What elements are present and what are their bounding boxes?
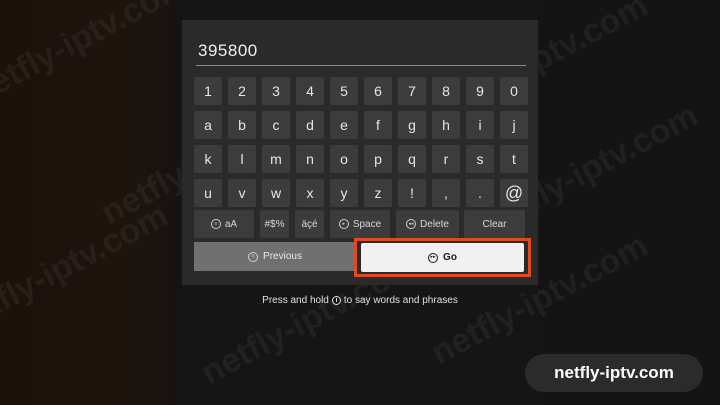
previous-label: Previous	[263, 251, 302, 262]
previous-button[interactable]: ≡ Previous	[194, 242, 356, 271]
go-button[interactable]: ▸▸ Go	[361, 243, 524, 272]
case-toggle-key[interactable]: ≡ aA	[194, 210, 254, 238]
key[interactable]: c	[262, 111, 290, 139]
fast-forward-button-icon: ▸▸	[428, 252, 439, 263]
background-left	[0, 0, 180, 405]
background-right	[540, 0, 720, 405]
clear-label: Clear	[482, 218, 507, 230]
key[interactable]: 6	[364, 77, 392, 105]
menu-button-icon: ≡	[210, 219, 221, 229]
key[interactable]: 1	[194, 77, 222, 105]
key[interactable]: n	[296, 145, 324, 173]
key[interactable]: w	[262, 179, 290, 207]
key[interactable]: l	[228, 145, 256, 173]
key[interactable]: f	[364, 111, 392, 139]
key[interactable]: x	[296, 179, 324, 207]
hint-text-before: Press and hold	[262, 295, 329, 306]
text-input[interactable]: 395800	[198, 41, 518, 63]
key[interactable]: u	[194, 179, 222, 207]
key[interactable]: 9	[466, 77, 494, 105]
key[interactable]: y	[330, 179, 358, 207]
symbols-key[interactable]: #$%	[260, 210, 289, 238]
accents-key[interactable]: äçé	[295, 210, 324, 238]
microphone-icon	[331, 296, 341, 305]
menu-button-icon: ≡	[248, 251, 259, 262]
key[interactable]: !	[398, 179, 426, 207]
key[interactable]: q	[398, 145, 426, 173]
key[interactable]: z	[364, 179, 392, 207]
key[interactable]: h	[432, 111, 460, 139]
case-toggle-label: aA	[224, 218, 238, 230]
clear-key[interactable]: Clear	[464, 210, 525, 238]
key[interactable]: b	[228, 111, 256, 139]
hint-text-after: to say words and phrases	[343, 295, 458, 306]
key[interactable]: 3	[262, 77, 290, 105]
key[interactable]: t	[500, 145, 528, 173]
key[interactable]: d	[296, 111, 324, 139]
key[interactable]: p	[364, 145, 392, 173]
key[interactable]: a	[194, 111, 222, 139]
delete-label: Delete	[420, 218, 449, 230]
space-label: Space	[352, 218, 382, 230]
space-key[interactable]: ▸ Space	[330, 210, 390, 238]
input-underline	[196, 65, 526, 66]
key[interactable]: g	[398, 111, 426, 139]
key[interactable]: 2	[228, 77, 256, 105]
key[interactable]: @	[500, 179, 528, 207]
key[interactable]: .	[466, 179, 494, 207]
key[interactable]: 4	[296, 77, 324, 105]
site-badge: netfly-iptv.com	[525, 354, 703, 392]
key[interactable]: r	[432, 145, 460, 173]
rewind-button-icon: ◂◂	[406, 219, 417, 229]
go-label: Go	[443, 252, 457, 263]
key[interactable]: j	[500, 111, 528, 139]
key[interactable]: ,	[432, 179, 460, 207]
key[interactable]: m	[262, 145, 290, 173]
delete-key[interactable]: ◂◂ Delete	[396, 210, 459, 238]
key[interactable]: 7	[398, 77, 426, 105]
play-pause-button-icon: ▸	[338, 219, 349, 229]
key[interactable]: i	[466, 111, 494, 139]
key[interactable]: e	[330, 111, 358, 139]
voice-hint: Press and hold to say words and phrases	[182, 295, 538, 306]
key[interactable]: 8	[432, 77, 460, 105]
key[interactable]: k	[194, 145, 222, 173]
key[interactable]: 0	[500, 77, 528, 105]
key[interactable]: s	[466, 145, 494, 173]
key[interactable]: v	[228, 179, 256, 207]
accents-label: äçé	[301, 218, 318, 230]
key[interactable]: 5	[330, 77, 358, 105]
symbols-label: #$%	[264, 218, 285, 230]
key[interactable]: o	[330, 145, 358, 173]
